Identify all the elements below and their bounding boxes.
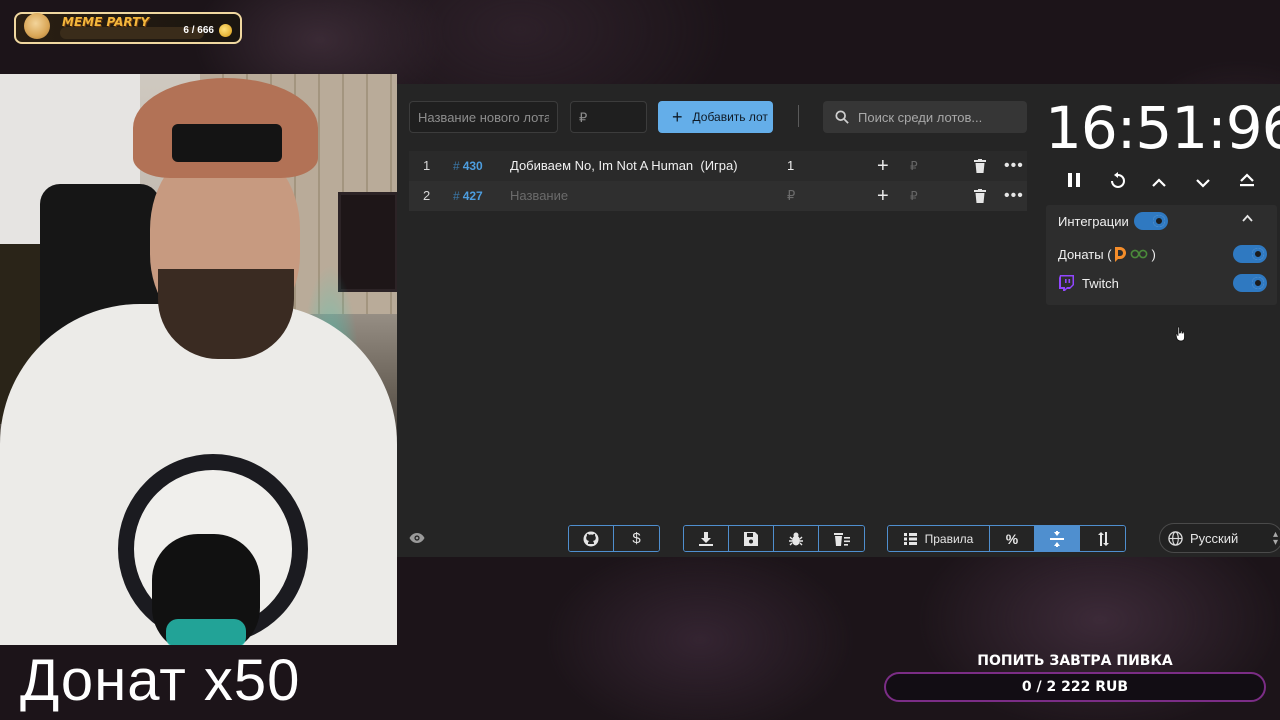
donations-integration-row: Донаты ( ) (1058, 243, 1267, 265)
add-amount-button[interactable]: + (877, 151, 889, 181)
lot-name-input[interactable] (409, 101, 558, 133)
github-icon (583, 531, 599, 546)
more-options-icon[interactable]: ••• (1004, 181, 1024, 211)
bug-report-button[interactable] (774, 526, 819, 551)
restart-icon[interactable] (1109, 172, 1127, 195)
language-label: Русский (1190, 530, 1239, 546)
donation-multiplier-caption: Донат x50 (20, 648, 301, 713)
lot-amount-input[interactable] (570, 101, 647, 133)
donation-goal-title: ПОПИТЬ ЗАВТРА ПИВКА (977, 653, 1173, 669)
add-lot-label: Добавить лот (692, 110, 768, 124)
lot-row[interactable]: 1 #430 Добиваем No, Im Not A Human (Игра… (409, 151, 1027, 181)
coin-icon (219, 24, 232, 37)
donation-goal-progress: 0 / 2 222 RUB (884, 672, 1266, 702)
more-options-icon[interactable]: ••• (1004, 151, 1024, 181)
lots-list: 1 #430 Добиваем No, Im Not A Human (Игра… (409, 151, 1027, 211)
compact-mode-button[interactable] (1035, 526, 1080, 551)
save-icon (744, 531, 758, 546)
language-select[interactable]: Русский ▴ ▾ (1159, 523, 1280, 553)
badge-count: 6 / 666 (183, 25, 214, 36)
bug-icon (789, 532, 803, 545)
link-chain-icon (1130, 249, 1147, 259)
add-lot-button[interactable]: + Добавить лот (658, 101, 773, 133)
integrations-header: Интеграции (1058, 210, 1267, 232)
hand-cursor-icon (1175, 326, 1185, 342)
eject-icon[interactable] (1239, 173, 1255, 192)
integrations-panel: Интеграции Донаты ( ) Twitch (1046, 205, 1277, 305)
links-button-group: $ (568, 525, 660, 552)
add-amount-button[interactable]: + (877, 181, 889, 211)
badge-progress-bar (60, 27, 204, 39)
chevron-down-icon[interactable] (1196, 175, 1210, 193)
save-button[interactable] (729, 526, 774, 551)
lot-row[interactable]: 2 #427 Название ₽ + ₽ ••• (409, 181, 1027, 211)
globe-icon (1168, 530, 1183, 546)
donation-goal-progress-text: 0 / 2 222 RUB (1021, 679, 1129, 695)
download-button[interactable] (684, 526, 729, 551)
pause-icon[interactable] (1067, 172, 1081, 193)
countdown-timer: 16:51:96 (1045, 94, 1280, 162)
lot-index: 2 (423, 188, 431, 203)
chevron-up-icon[interactable] (1242, 214, 1253, 222)
twitch-toggle[interactable] (1233, 274, 1267, 292)
ruble-icon: ₽ (910, 189, 918, 203)
lot-id-link[interactable]: #430 (453, 151, 483, 181)
auction-app: + Добавить лот 1 #430 Добиваем No, Im No… (397, 84, 1280, 557)
lot-amount[interactable]: ₽ (787, 181, 795, 211)
meme-party-badge: MEME PARTY 6 / 666 (14, 12, 242, 44)
plus-icon: + (672, 107, 683, 127)
delete-lot-icon[interactable] (974, 189, 986, 203)
twitch-integration-row: Twitch (1058, 272, 1267, 294)
timer-controls (1059, 172, 1269, 194)
search-icon (835, 110, 849, 124)
eye-icon[interactable] (409, 531, 425, 549)
percent-mode-button[interactable]: % (990, 526, 1035, 551)
donate-button[interactable]: $ (614, 526, 659, 551)
compress-icon (1050, 530, 1064, 547)
search-input[interactable] (858, 109, 1018, 125)
integrations-toggle[interactable] (1134, 212, 1168, 230)
donations-label: Донаты ( (1058, 246, 1112, 262)
select-arrows-icon: ▴ ▾ (1272, 529, 1278, 548)
clear-lots-button[interactable] (819, 526, 864, 551)
percent-icon: % (1005, 530, 1019, 547)
lot-search[interactable] (823, 101, 1027, 133)
toolbar-divider (798, 105, 799, 127)
webcam-feed (0, 74, 397, 645)
donations-suffix: ) (1151, 246, 1156, 262)
lot-name[interactable]: Добиваем No, Im Not A Human (Игра) (510, 151, 738, 181)
ruble-icon: ₽ (910, 159, 918, 173)
lot-id-link[interactable]: #427 (453, 181, 483, 211)
rules-label: Правила (924, 531, 974, 546)
lot-name[interactable]: Название (510, 181, 568, 211)
github-button[interactable] (569, 526, 614, 551)
delete-lot-icon[interactable] (974, 159, 986, 173)
twitch-label: Twitch (1082, 275, 1119, 291)
chevron-up-icon[interactable] (1152, 175, 1166, 193)
options-button-group: Правила % (887, 525, 1126, 552)
donationalerts-icon (1114, 247, 1126, 262)
rules-list-icon (903, 532, 917, 545)
integrations-label: Интеграции (1058, 213, 1129, 229)
data-button-group (683, 525, 865, 552)
dollar-icon: $ (632, 530, 641, 547)
donations-toggle[interactable] (1233, 245, 1267, 263)
sort-icon (1097, 531, 1109, 546)
trash-list-icon (833, 532, 850, 546)
lot-amount[interactable]: 1 (787, 151, 794, 181)
rules-button[interactable]: Правила (888, 526, 990, 551)
doge-avatar-icon (24, 13, 50, 39)
twitch-icon (1059, 275, 1074, 291)
lot-index: 1 (423, 158, 431, 173)
download-icon (699, 531, 713, 546)
sort-button[interactable] (1080, 526, 1125, 551)
